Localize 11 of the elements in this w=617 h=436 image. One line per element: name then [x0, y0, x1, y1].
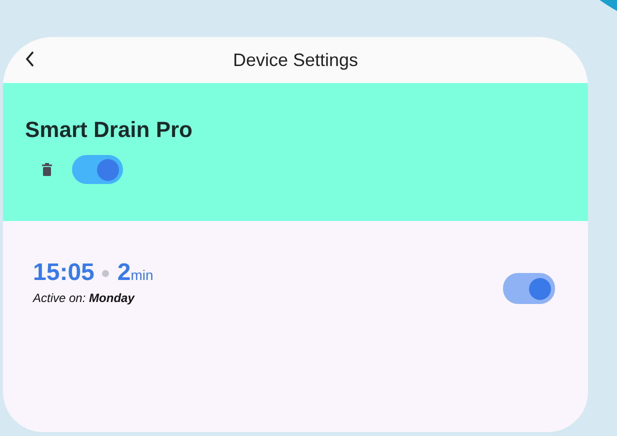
active-days-text: Active on: Monday	[33, 291, 136, 305]
trash-icon[interactable]	[42, 163, 52, 176]
time-text: 15:05	[33, 259, 94, 287]
separator-dot-icon	[102, 270, 110, 276]
back-icon[interactable]	[25, 51, 35, 67]
device-name: Smart Drain Pro	[25, 117, 194, 143]
toggle-switch[interactable]	[72, 155, 123, 184]
toggle-switch[interactable]	[503, 273, 555, 304]
unit-text: min	[130, 267, 154, 283]
duration-text: 2	[117, 259, 131, 287]
screen-title: Device Settings	[232, 50, 358, 70]
